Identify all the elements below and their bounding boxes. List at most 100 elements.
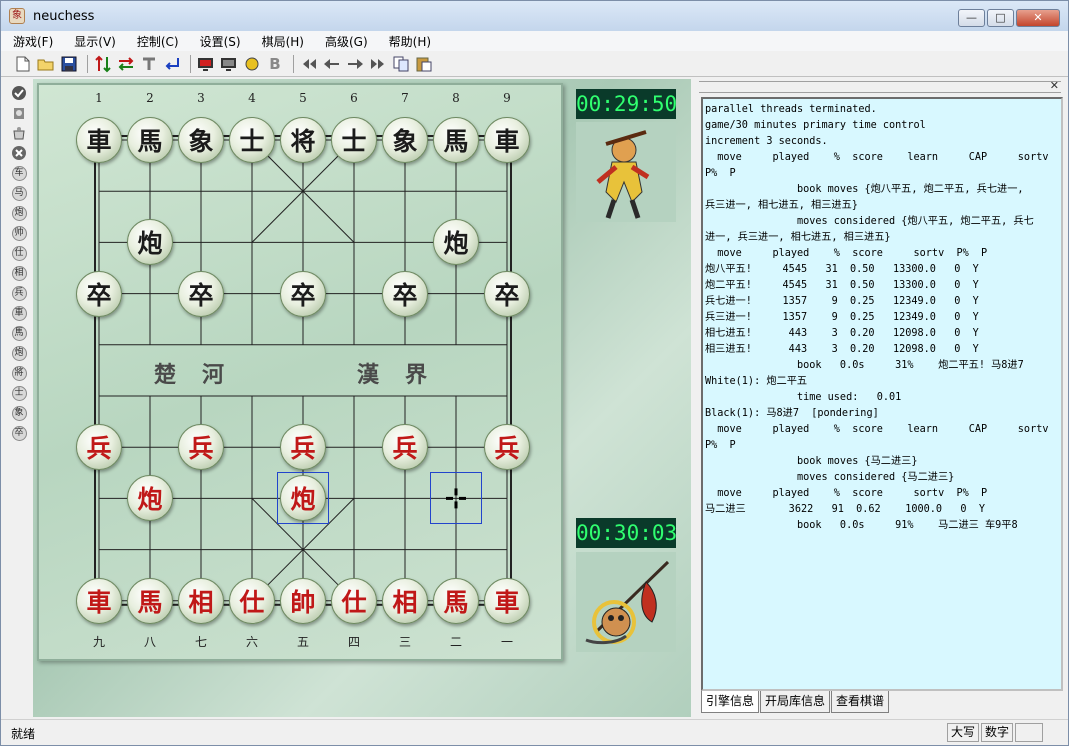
log-line: 相三进五! 443 3 0.20 12098.0 0 Y bbox=[705, 344, 979, 355]
menu-item-5[interactable]: 高级(G) bbox=[313, 33, 377, 50]
palette-piece-7[interactable]: 車 bbox=[9, 303, 29, 323]
red-piece[interactable]: 馬 bbox=[127, 577, 173, 624]
tab-2[interactable]: 查看棋谱 bbox=[831, 691, 890, 713]
red-piece[interactable]: 兵 bbox=[280, 424, 326, 471]
black-piece[interactable]: 卒 bbox=[76, 270, 122, 317]
black-piece[interactable]: 象 bbox=[382, 117, 428, 163]
panel-close-icon[interactable]: ✕ bbox=[1050, 79, 1059, 92]
menu-item-3[interactable]: 设置(S) bbox=[188, 33, 250, 50]
black-piece[interactable]: 象 bbox=[178, 117, 224, 163]
red-piece[interactable]: 車 bbox=[484, 577, 530, 624]
flip-icon[interactable] bbox=[93, 54, 113, 74]
paste-icon[interactable] bbox=[414, 54, 434, 74]
new-icon[interactable] bbox=[13, 54, 33, 74]
red-piece[interactable]: 仕 bbox=[331, 577, 377, 624]
red-piece[interactable]: 兵 bbox=[76, 424, 122, 471]
copy-icon[interactable] bbox=[391, 54, 411, 74]
save-icon[interactable] bbox=[59, 54, 79, 74]
palette-piece-9[interactable]: 炮 bbox=[9, 343, 29, 363]
pot-icon[interactable] bbox=[9, 123, 29, 143]
black-piece[interactable]: 馬 bbox=[433, 117, 479, 163]
red-piece[interactable]: 仕 bbox=[229, 577, 275, 624]
check-icon[interactable] bbox=[9, 83, 29, 103]
delete-icon[interactable] bbox=[9, 143, 29, 163]
palette-piece-4[interactable]: 仕 bbox=[9, 243, 29, 263]
black-piece[interactable]: 車 bbox=[76, 117, 122, 163]
palette-piece-5[interactable]: 相 bbox=[9, 263, 29, 283]
red-piece[interactable]: 車 bbox=[76, 577, 122, 624]
move-highlight[interactable] bbox=[430, 472, 482, 525]
red-flag-icon[interactable] bbox=[196, 54, 216, 74]
menu-item-2[interactable]: 控制(C) bbox=[125, 33, 188, 50]
palette-piece-6[interactable]: 兵 bbox=[9, 283, 29, 303]
black-piece[interactable]: 卒 bbox=[382, 270, 428, 317]
red-piece[interactable]: 兵 bbox=[178, 424, 224, 471]
close-button[interactable]: ✕ bbox=[1016, 9, 1060, 27]
ball-icon[interactable] bbox=[242, 54, 262, 74]
log-line: move played % score learn CAP sortv bbox=[705, 424, 1049, 435]
open-icon[interactable] bbox=[36, 54, 56, 74]
first-icon[interactable] bbox=[299, 54, 319, 74]
log-line: move played % score sortv P% P bbox=[705, 488, 988, 499]
black-piece[interactable]: 馬 bbox=[127, 117, 173, 163]
bold-icon[interactable]: B bbox=[265, 54, 285, 74]
palette-piece-8[interactable]: 馬 bbox=[9, 323, 29, 343]
black-piece[interactable]: 士 bbox=[229, 117, 275, 163]
red-piece[interactable]: 相 bbox=[178, 577, 224, 624]
log-line: book moves {炮八平五, 炮二平五, 兵七进一, bbox=[705, 184, 1024, 195]
menu-item-6[interactable]: 帮助(H) bbox=[377, 33, 440, 50]
menu-item-4[interactable]: 棋局(H) bbox=[250, 33, 313, 50]
palette-piece-11[interactable]: 士 bbox=[9, 383, 29, 403]
red-piece[interactable]: 相 bbox=[382, 577, 428, 624]
chess-app-icon: 象 bbox=[9, 8, 25, 24]
forward-icon[interactable] bbox=[345, 54, 365, 74]
log-line: 相七进五! 443 3 0.20 12098.0 0 Y bbox=[705, 328, 979, 339]
caps-indicator: 大写 bbox=[947, 723, 980, 742]
pawn-pin-icon[interactable] bbox=[9, 103, 29, 123]
back-icon[interactable] bbox=[322, 54, 342, 74]
last-icon[interactable] bbox=[368, 54, 388, 74]
menu-item-0[interactable]: 游戏(F) bbox=[1, 33, 62, 50]
black-piece[interactable]: 車 bbox=[484, 117, 530, 163]
top-column-number: 1 bbox=[95, 91, 103, 105]
log-line: move played % score learn CAP sortv bbox=[705, 152, 1049, 163]
red-piece[interactable]: 兵 bbox=[382, 424, 428, 471]
menu-item-1[interactable]: 显示(V) bbox=[62, 33, 125, 50]
palette-piece-glyph: 车 bbox=[11, 165, 27, 181]
black-piece[interactable]: 士 bbox=[331, 117, 377, 163]
black-piece[interactable]: 卒 bbox=[280, 270, 326, 317]
tab-0[interactable]: 引擎信息 bbox=[701, 691, 760, 713]
log-line: Black(1): 马8进7 [pondering] bbox=[705, 408, 879, 419]
minimize-button[interactable]: — bbox=[958, 9, 985, 27]
log-line: move played % score sortv P% P bbox=[705, 248, 988, 259]
chess-board[interactable]: 楚 河 漢 界 車馬象士将士象馬車炮炮卒卒卒卒卒兵兵兵兵兵炮炮車馬相仕帥仕相馬車… bbox=[37, 83, 563, 661]
move-highlight[interactable] bbox=[277, 472, 329, 525]
swap-icon[interactable] bbox=[116, 54, 136, 74]
hint-icon[interactable] bbox=[139, 54, 159, 74]
bottom-column-number: 三 bbox=[398, 634, 411, 649]
undo-arrow-icon[interactable] bbox=[162, 54, 182, 74]
red-piece[interactable]: 兵 bbox=[484, 424, 530, 471]
bottom-column-number: 六 bbox=[245, 634, 258, 649]
top-clock: 00:29:50 bbox=[576, 89, 677, 119]
palette-piece-3[interactable]: 帅 bbox=[9, 223, 29, 243]
black-piece[interactable]: 卒 bbox=[178, 270, 224, 317]
palette-piece-13[interactable]: 卒 bbox=[9, 423, 29, 443]
log-line: P% P bbox=[705, 168, 736, 179]
palette-piece-1[interactable]: 马 bbox=[9, 183, 29, 203]
toolbar-separator bbox=[87, 54, 88, 73]
palette-piece-2[interactable]: 炮 bbox=[9, 203, 29, 223]
palette-piece-0[interactable]: 车 bbox=[9, 163, 29, 183]
palette-piece-12[interactable]: 象 bbox=[9, 403, 29, 423]
red-piece[interactable]: 帥 bbox=[280, 577, 326, 624]
log-line: book 0.0s 31% 炮二平五! 马8进7 bbox=[705, 360, 1024, 371]
monitor-icon[interactable] bbox=[219, 54, 239, 74]
red-piece[interactable]: 馬 bbox=[433, 577, 479, 624]
maximize-button[interactable]: □ bbox=[987, 9, 1014, 27]
engine-log[interactable]: parallel threads terminated. game/30 minu… bbox=[701, 97, 1063, 691]
tab-1[interactable]: 开局库信息 bbox=[760, 691, 831, 713]
palette-piece-10[interactable]: 將 bbox=[9, 363, 29, 383]
black-piece[interactable]: 将 bbox=[280, 117, 326, 163]
black-piece[interactable]: 卒 bbox=[484, 270, 530, 317]
toolbar-separator bbox=[190, 54, 191, 73]
